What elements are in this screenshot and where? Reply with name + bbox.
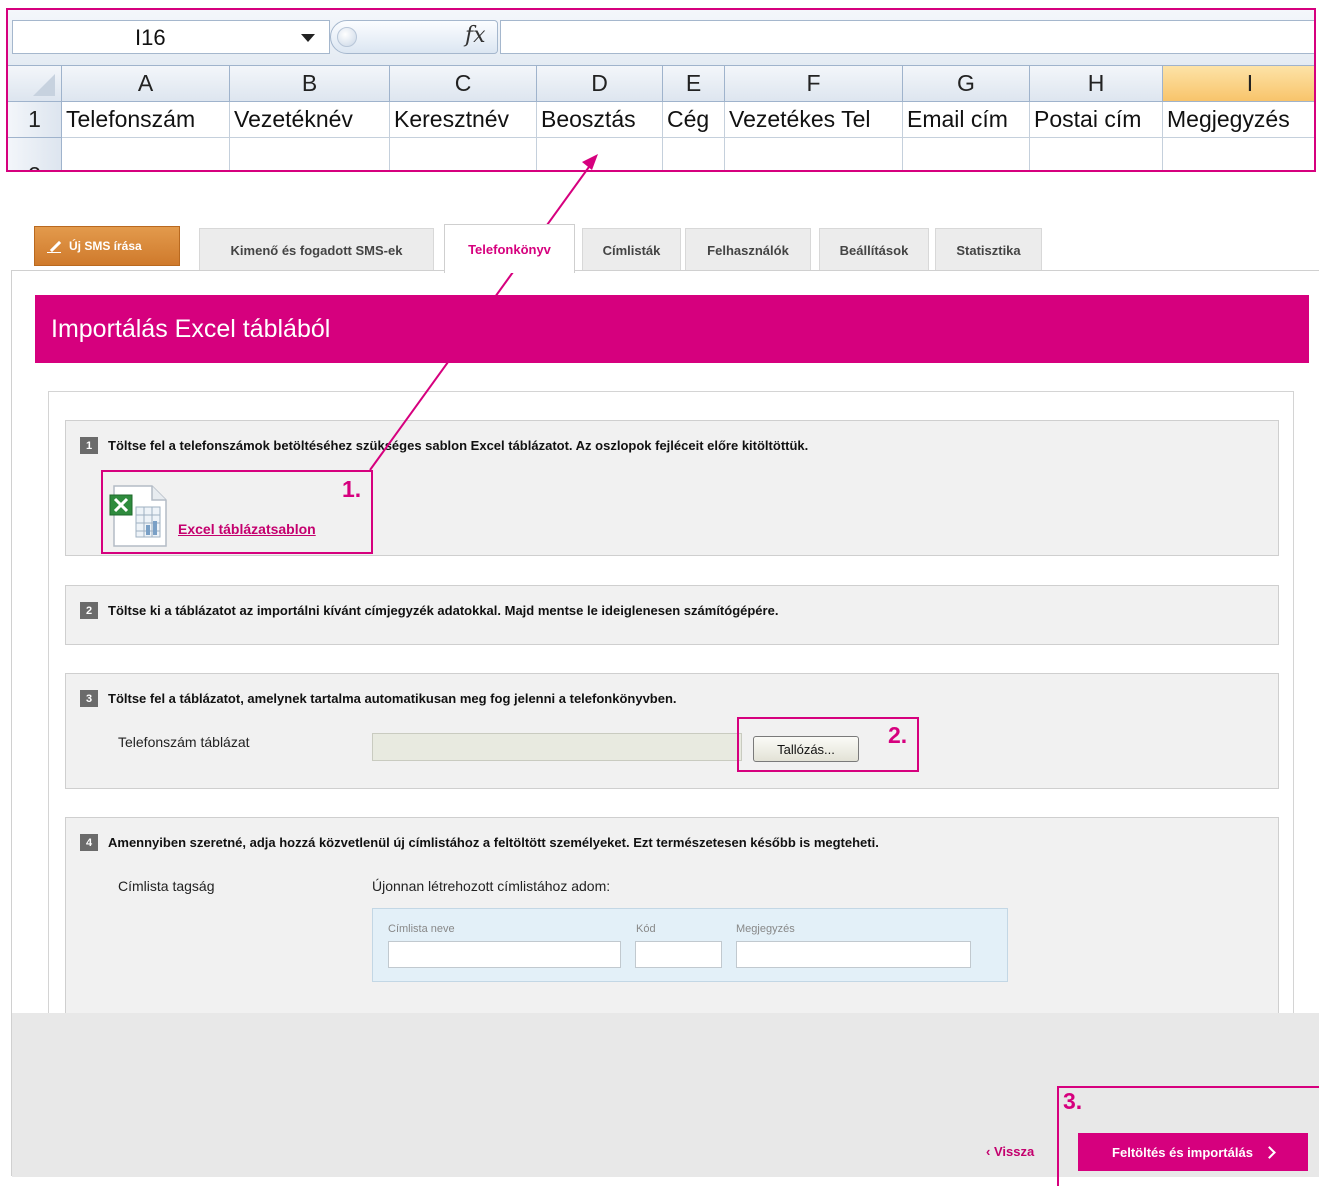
- back-link[interactable]: ‹ Vissza: [986, 1144, 1034, 1159]
- file-path-input[interactable]: [372, 733, 742, 761]
- column-header[interactable]: B: [230, 66, 390, 102]
- tab-address-lists[interactable]: Címlisták: [582, 228, 681, 272]
- empty-cell[interactable]: [725, 138, 903, 170]
- phone-table-label: Telefonszám táblázat: [118, 734, 250, 750]
- table-row: 1 Telefonszám Vezetéknév Keresztnév Beos…: [8, 102, 1314, 138]
- code-label: Kód: [636, 923, 656, 935]
- excel-file-icon[interactable]: [108, 483, 172, 549]
- browse-button[interactable]: Tallózás...: [753, 736, 859, 762]
- list-name-label: Címlista neve: [388, 923, 455, 935]
- note-label: Megjegyzés: [736, 923, 795, 935]
- step-4: 4 Amennyiben szeretné, adja hozzá közvet…: [65, 817, 1279, 1017]
- list-membership-label: Címlista tagság: [118, 878, 215, 894]
- tab-sms-history[interactable]: Kimenő és fogadott SMS-ek: [199, 228, 434, 272]
- list-name-input[interactable]: [388, 941, 621, 968]
- header-cell[interactable]: Beosztás: [537, 102, 663, 138]
- empty-cell[interactable]: [230, 138, 390, 170]
- excel-formula-bar: I16 fx: [8, 10, 1314, 66]
- cancel-circle-icon[interactable]: [337, 27, 357, 47]
- step-3: 3 Töltse fel a táblázatot, amelynek tart…: [65, 673, 1279, 789]
- header-cell[interactable]: Vezetéknév: [230, 102, 390, 138]
- step-2-header: 2 Töltse ki a táblázatot az importálni k…: [80, 602, 778, 619]
- header-cell[interactable]: Email cím: [903, 102, 1030, 138]
- tab-phonebook[interactable]: Telefonkönyv: [444, 224, 575, 273]
- step-1: 1 Töltse fel a telefonszámok betöltéséhe…: [65, 420, 1279, 556]
- header-cell[interactable]: Postai cím: [1030, 102, 1163, 138]
- column-header[interactable]: C: [390, 66, 537, 102]
- name-box-value: I16: [135, 25, 166, 50]
- new-list-label: Újonnan létrehozott címlistához adom:: [372, 878, 611, 894]
- tab-settings[interactable]: Beállítások: [819, 228, 929, 272]
- column-header[interactable]: A: [62, 66, 230, 102]
- pencil-icon: [47, 239, 63, 253]
- empty-cell[interactable]: [903, 138, 1030, 170]
- column-header[interactable]: F: [725, 66, 903, 102]
- header-cell[interactable]: Keresztnév: [390, 102, 537, 138]
- annotation-label-3: 3.: [1063, 1088, 1083, 1114]
- excel-name-box[interactable]: I16: [12, 20, 330, 54]
- steps-container: 1 Töltse fel a telefonszámok betöltéséhe…: [48, 391, 1294, 1025]
- formula-bar-controls: fx: [330, 20, 498, 54]
- step-4-header: 4 Amennyiben szeretné, adja hozzá közvet…: [80, 834, 879, 851]
- empty-cell[interactable]: [663, 138, 725, 170]
- note-input[interactable]: [736, 941, 971, 968]
- new-list-form: Címlista neve Kód Megjegyzés: [372, 908, 1008, 982]
- step-2: 2 Töltse ki a táblázatot az importálni k…: [65, 585, 1279, 645]
- row-number[interactable]: 1: [8, 102, 62, 138]
- empty-cell[interactable]: [62, 138, 230, 170]
- step-number: 1: [80, 437, 98, 454]
- chevron-down-icon[interactable]: [301, 34, 315, 42]
- column-header[interactable]: D: [537, 66, 663, 102]
- column-header-row: A B C D E F G H I: [8, 66, 1314, 102]
- step-1-header: 1 Töltse fel a telefonszámok betöltéséhe…: [80, 437, 808, 454]
- row-number-label: 2: [28, 162, 41, 170]
- column-header[interactable]: H: [1030, 66, 1163, 102]
- excel-template-link[interactable]: Excel táblázatsablon: [178, 521, 316, 537]
- submit-label: Feltöltés és importálás: [1112, 1144, 1253, 1160]
- header-cell[interactable]: Telefonszám: [62, 102, 230, 138]
- code-input[interactable]: [635, 941, 722, 968]
- header-cell[interactable]: Megjegyzés: [1163, 102, 1314, 138]
- step-number: 2: [80, 602, 98, 619]
- empty-cell[interactable]: [1030, 138, 1163, 170]
- upload-import-button[interactable]: Feltöltés és importálás: [1078, 1133, 1308, 1171]
- select-all-corner[interactable]: [8, 66, 62, 102]
- column-header-active[interactable]: I: [1163, 66, 1314, 102]
- empty-cell[interactable]: [537, 138, 663, 170]
- header-cell[interactable]: Vezetékes Tel: [725, 102, 903, 138]
- empty-cell[interactable]: [390, 138, 537, 170]
- step-3-header: 3 Töltse fel a táblázatot, amelynek tart…: [80, 690, 677, 707]
- column-header[interactable]: E: [663, 66, 725, 102]
- step-3-text: Töltse fel a táblázatot, amelynek tartal…: [108, 691, 677, 706]
- panel-footer: ‹ Vissza Feltöltés és importálás: [12, 1013, 1319, 1177]
- new-sms-button[interactable]: Új SMS írása: [34, 226, 180, 266]
- annotation-label-1: 1.: [342, 476, 362, 502]
- main-tabs: Új SMS írása Kimenő és fogadott SMS-ek T…: [0, 222, 1319, 273]
- table-row: 2: [8, 138, 1314, 170]
- step-1-text: Töltse fel a telefonszámok betöltéséhez …: [108, 438, 809, 453]
- row-number[interactable]: 2: [8, 138, 62, 170]
- back-label: Vissza: [993, 1144, 1035, 1159]
- step-number: 3: [80, 690, 98, 707]
- step-2-text: Töltse ki a táblázatot az importálni kív…: [108, 603, 779, 618]
- step-4-text: Amennyiben szeretné, adja hozzá közvetle…: [108, 835, 879, 850]
- page-title: Importálás Excel táblából: [35, 295, 1309, 363]
- chevron-right-icon: [1263, 1145, 1276, 1159]
- column-header[interactable]: G: [903, 66, 1030, 102]
- tab-users[interactable]: Felhasználók: [685, 228, 811, 272]
- excel-preview: I16 fx A B C D E F G H I 1 Telefonszám V…: [6, 8, 1316, 172]
- step-number: 4: [80, 834, 98, 851]
- fx-icon[interactable]: fx: [465, 23, 486, 48]
- tab-statistics[interactable]: Statisztika: [935, 228, 1042, 272]
- annotation-label-2: 2.: [888, 722, 908, 748]
- formula-input[interactable]: [500, 20, 1314, 54]
- new-sms-label: Új SMS írása: [69, 239, 142, 253]
- header-cell[interactable]: Cég: [663, 102, 725, 138]
- empty-cell[interactable]: [1163, 138, 1314, 170]
- import-panel: Importálás Excel táblából 1 Töltse fel a…: [11, 270, 1319, 1177]
- chevron-left-icon: ‹: [986, 1144, 994, 1159]
